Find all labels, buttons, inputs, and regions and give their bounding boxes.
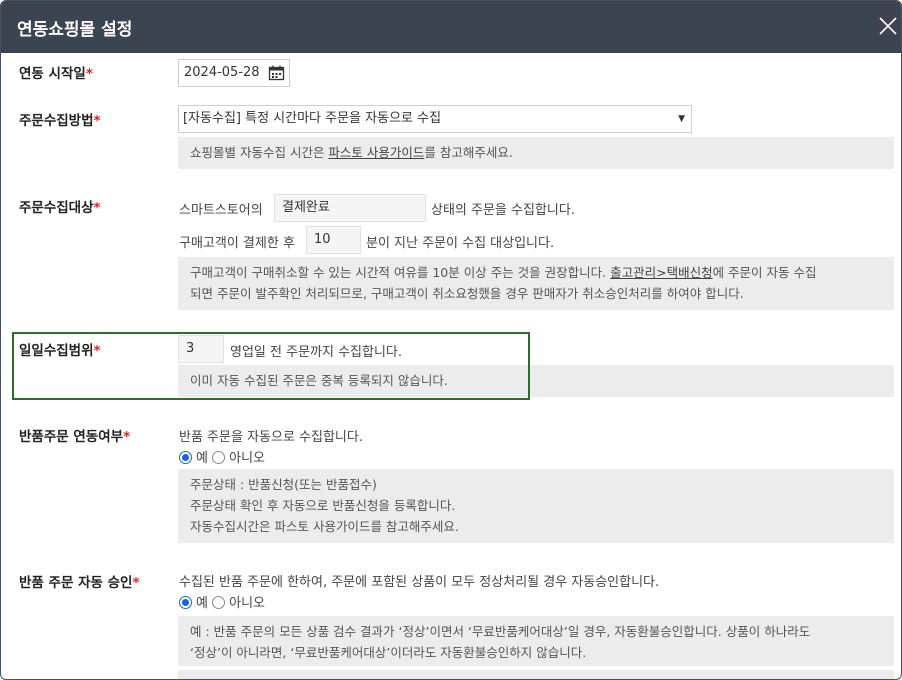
return-approve-info: 예 : 반품 주문의 모든 상품 검수 결과가 ‘정상’이면서 ‘무료반품케어대… xyxy=(178,616,894,666)
daily-range-label: 일일수집범위* xyxy=(19,343,101,359)
calendar-icon[interactable] xyxy=(268,65,285,81)
collect-method-info: 쇼핑몰별 자동수집 시간은 파스토 사용가이드를 참고해주세요. xyxy=(178,137,894,169)
chevron-down-icon: ▼ xyxy=(678,114,685,124)
return-approve-desc: 수집된 반품 주문에 한하여, 주문에 포함된 상품이 모두 정상처리될 경우 … xyxy=(179,575,660,590)
return-approve-no-label[interactable]: 아니오 xyxy=(229,596,265,611)
close-icon[interactable] xyxy=(875,13,901,39)
collect-method-select[interactable]: [자동수집] 특정 시간마다 주문을 자동으로 수집 ▼ xyxy=(178,105,692,133)
return-link-yes-radio[interactable] xyxy=(179,451,192,464)
wait-time-prefix: 구매고객이 결제한 후 xyxy=(179,236,295,251)
daily-range-info: 이미 자동 수집된 주문은 중복 등록되지 않습니다. xyxy=(178,365,894,397)
collect-target-label: 주문수집대상* xyxy=(19,200,101,216)
modal-header: 연동쇼핑몰 설정 xyxy=(1,1,901,53)
daily-range-suffix: 영업일 전 주문까지 수집합니다. xyxy=(230,345,403,360)
return-link-radio-group: 예 아니오 xyxy=(179,447,265,466)
start-date-input[interactable]: 2024-05-28 xyxy=(178,59,290,87)
modal-title: 연동쇼핑몰 설정 xyxy=(17,20,133,40)
return-approve-label: 반품 주문 자동 승인* xyxy=(19,575,140,591)
modal-body: 연동 시작일* 2024-05-28 주문수집방법* [자동수집] 특정 시간마… xyxy=(1,53,901,679)
start-date-label: 연동 시작일* xyxy=(19,66,93,82)
return-approve-no-radio[interactable] xyxy=(212,596,226,609)
order-status-field[interactable]: 결제완료 xyxy=(274,194,426,222)
return-approve-yes-radio[interactable] xyxy=(179,596,192,609)
return-link-no-label[interactable]: 아니오 xyxy=(229,451,265,466)
business-days-field[interactable]: 3 xyxy=(178,335,224,363)
return-link-yes-label[interactable]: 예 xyxy=(196,451,208,466)
return-approve-radio-group: 예 아니오 xyxy=(179,592,265,611)
return-link-label: 반품주문 연동여부* xyxy=(19,429,131,445)
return-approve-info-more xyxy=(178,670,894,679)
collect-target-suffix: 상태의 주문을 수집합니다. xyxy=(431,203,575,218)
collect-target-info: 구매고객이 구매취소할 수 있는 시간적 여유를 10분 이상 주는 것을 권장… xyxy=(178,257,894,310)
wait-minutes-field[interactable]: 10 xyxy=(306,226,361,254)
return-approve-yes-label[interactable]: 예 xyxy=(196,596,208,611)
settings-modal: 연동쇼핑몰 설정 연동 시작일* 2024-05-28 주문수집방법* [자동수… xyxy=(0,0,902,680)
return-link-no-radio[interactable] xyxy=(212,451,226,464)
wait-time-suffix: 분이 지난 주문이 수집 대상입니다. xyxy=(366,236,555,251)
delivery-request-link[interactable]: 출고관리>택배신청 xyxy=(610,265,712,280)
collect-target-prefix: 스마트스토어의 xyxy=(179,203,263,218)
user-guide-link[interactable]: 파스토 사용가이드 xyxy=(328,145,424,160)
collect-method-label: 주문수집방법* xyxy=(19,113,101,129)
return-link-desc: 반품 주문을 자동으로 수집합니다. xyxy=(179,430,363,445)
return-link-info: 주문상태 : 반품신청(또는 반품접수) 주문상태 확인 후 자동으로 반품신청… xyxy=(178,469,894,543)
